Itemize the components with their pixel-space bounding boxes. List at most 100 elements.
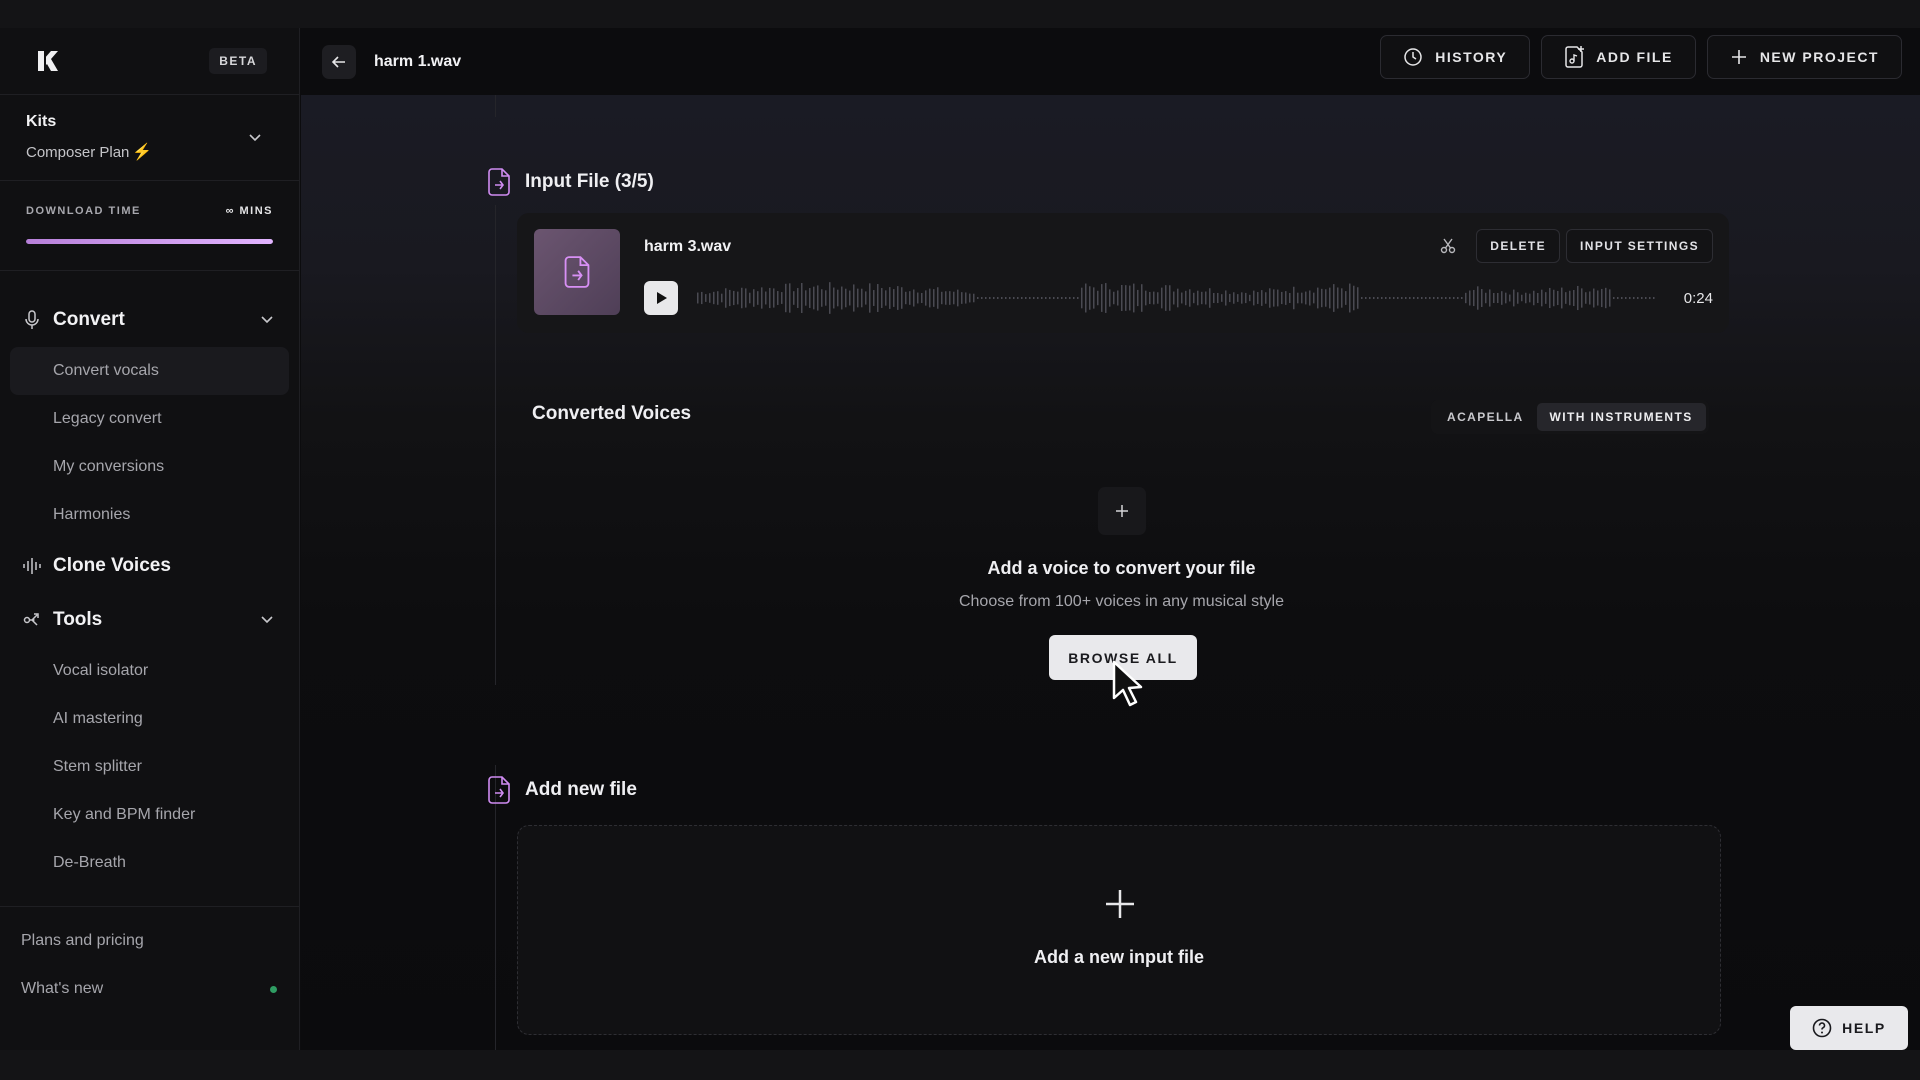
waveform-bar (821, 289, 823, 307)
input-file-title: Input File (3/5) (525, 171, 654, 192)
waveform-bar (1485, 292, 1487, 304)
waveform-bar (713, 291, 715, 305)
file-thumbnail (534, 229, 620, 315)
waveform-bar (1621, 297, 1623, 299)
play-button[interactable] (644, 281, 678, 315)
waveform-bar (997, 297, 999, 299)
sidebar-item-ai-mastering[interactable]: AI mastering (10, 695, 289, 743)
waveform-bar (1089, 286, 1091, 310)
waveform-bar (1165, 285, 1167, 311)
waveform-bar (1517, 292, 1519, 304)
nav-section-convert[interactable]: Convert (0, 293, 299, 347)
sidebar-header: BETA (0, 28, 299, 95)
waveform-bar (1637, 297, 1639, 299)
plans-pricing-link[interactable]: Plans and pricing (0, 917, 299, 965)
waveform-bar (1141, 284, 1143, 312)
waveform-bar (985, 297, 987, 299)
waveform-bar (1009, 297, 1011, 299)
help-button[interactable]: HELP (1790, 1006, 1908, 1050)
waveform-bar (1057, 297, 1059, 299)
sidebar-item-convert-vocals[interactable]: Convert vocals (10, 347, 289, 395)
waveform-bar (1369, 297, 1371, 299)
clock-icon (1404, 48, 1423, 66)
waveform-bar (1413, 297, 1415, 299)
waveform-bar (733, 290, 735, 306)
waveform-bar (905, 291, 907, 305)
chevron-down-icon[interactable] (247, 129, 263, 145)
help-icon (1812, 1018, 1832, 1038)
sidebar-item-harmonies[interactable]: Harmonies (10, 491, 289, 539)
back-button[interactable] (322, 44, 356, 79)
waveform-bar (845, 288, 847, 308)
waveform-bar (925, 290, 927, 306)
waveform-bar (981, 297, 983, 299)
input-settings-button[interactable]: INPUT SETTINGS (1566, 229, 1713, 263)
converted-voices-title: Converted Voices (532, 403, 692, 424)
waveform-bar (1585, 292, 1587, 304)
beta-badge: BETA (209, 48, 267, 74)
waveform-bar (805, 290, 807, 306)
nav-section-clone-voices[interactable]: Clone Voices (0, 539, 299, 593)
waveform-bar (1541, 289, 1543, 307)
add-voice-button[interactable] (1098, 487, 1146, 535)
add-input-dropzone[interactable]: Add a new input file (517, 825, 1721, 1035)
kits-logo[interactable] (36, 49, 60, 73)
waveform-bar (945, 291, 947, 305)
waveform-bar (1405, 297, 1407, 299)
chevron-down-icon[interactable] (259, 311, 275, 327)
new-project-button[interactable]: NEW PROJECT (1706, 35, 1902, 79)
sidebar-item-de-breath[interactable]: De-Breath (10, 839, 289, 887)
toggle-acapella[interactable]: ACAPELLA (1434, 403, 1537, 431)
input-file-actions: DELETE INPUT SETTINGS (1436, 229, 1713, 263)
sidebar-item-key-bpm-finder[interactable]: Key and BPM finder (10, 791, 289, 839)
waveform-bar (1081, 287, 1083, 309)
waveform-bar (1641, 297, 1643, 299)
nav-section-tools[interactable]: Tools (0, 593, 299, 647)
waveform-bar (881, 288, 883, 308)
waveform-bar (1065, 297, 1067, 299)
whats-new-link[interactable]: What's new (0, 965, 299, 1013)
waveform-bar (1477, 286, 1479, 310)
waveform-bar (1253, 290, 1255, 306)
waveform-bar (813, 286, 815, 310)
sidebar-item-stem-splitter[interactable]: Stem splitter (10, 743, 289, 791)
waveform-bar (1385, 297, 1387, 299)
waveform-bar (761, 287, 763, 309)
waveform-bar (1133, 283, 1135, 313)
waveform-bar (1289, 292, 1291, 304)
history-button[interactable]: HISTORY (1380, 35, 1531, 79)
sidebar-item-legacy-convert[interactable]: Legacy convert (10, 395, 289, 443)
waveform-bar (1045, 297, 1047, 299)
waveform-bar (1077, 297, 1079, 299)
waveform-bar (837, 289, 839, 307)
input-file-name: harm 3.wav (644, 238, 732, 255)
waveform-bar (937, 287, 939, 309)
sidebar-item-my-conversions[interactable]: My conversions (10, 443, 289, 491)
file-import-icon (488, 776, 510, 804)
waveform-bar (1161, 287, 1163, 309)
scissors-icon[interactable] (1436, 234, 1460, 258)
sidebar-nav: Convert Convert vocals Legacy convert My… (0, 271, 299, 887)
waveform-bar (1653, 297, 1655, 299)
empty-state-subtitle: Choose from 100+ voices in any musical s… (958, 593, 1285, 610)
sidebar-item-vocal-isolator[interactable]: Vocal isolator (10, 647, 289, 695)
waveform-bar (1193, 292, 1195, 304)
waveform-bar (1037, 297, 1039, 299)
chevron-down-icon[interactable] (259, 611, 275, 627)
waveform-bar (1153, 291, 1155, 305)
waveform-bar (1393, 297, 1395, 299)
account-switcher[interactable]: Kits Composer Plan ⚡ (0, 95, 299, 181)
toggle-with-instruments[interactable]: WITH INSTRUMENTS (1536, 403, 1706, 431)
waveform-bar (1325, 289, 1327, 307)
waveform-bar (957, 289, 959, 307)
audio-waveform[interactable] (697, 281, 1657, 315)
file-import-icon (488, 168, 510, 196)
delete-button[interactable]: DELETE (1476, 229, 1561, 263)
add-file-button[interactable]: ADD FILE (1541, 35, 1696, 79)
whats-new-label: What's new (21, 980, 104, 997)
waveform-bar (1297, 292, 1299, 304)
waveform-bar (1497, 292, 1499, 304)
waveform-bar (1105, 283, 1107, 313)
waveform-bar (785, 283, 787, 313)
mouse-cursor-icon (1112, 660, 1143, 707)
